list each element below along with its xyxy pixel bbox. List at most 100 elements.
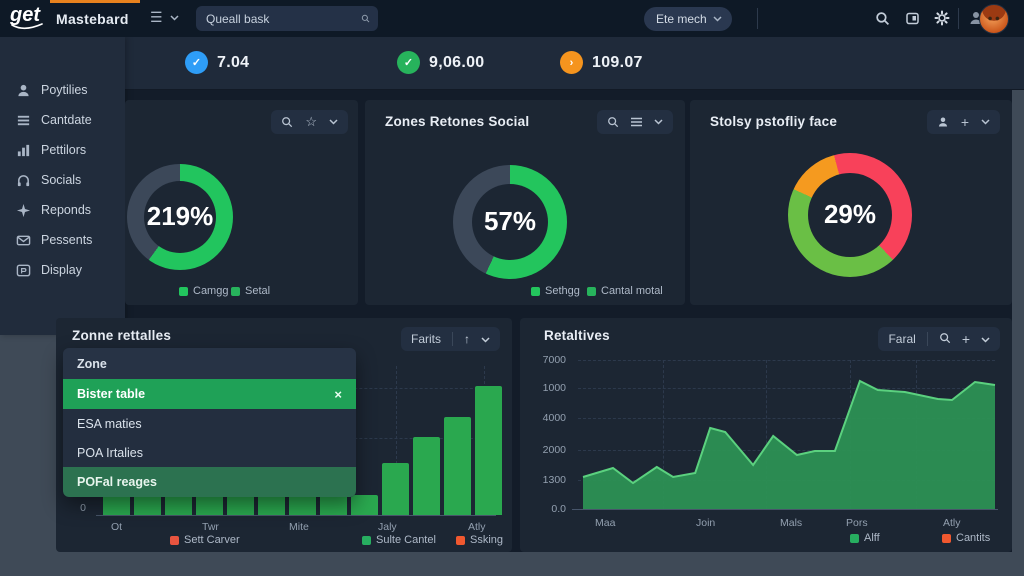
bar bbox=[444, 417, 471, 515]
kpi-strip: ✓ 7.04 ✓ 9,06.00 › 109.07 bbox=[125, 37, 1024, 90]
dropdown-item-poa-irtalies[interactable]: POA Irtalies bbox=[63, 438, 356, 467]
search-input[interactable] bbox=[206, 12, 361, 26]
bar bbox=[475, 386, 502, 515]
y-tick: 0.0 bbox=[528, 503, 566, 515]
search-icon[interactable] bbox=[607, 116, 619, 128]
bar bbox=[103, 495, 130, 515]
topbar-divider bbox=[757, 8, 758, 29]
area-chart bbox=[578, 338, 998, 513]
card-toolbar: ☆ bbox=[271, 110, 348, 134]
chevron-down-icon[interactable] bbox=[981, 119, 990, 125]
bar bbox=[196, 495, 223, 515]
user-icon[interactable] bbox=[937, 116, 949, 128]
sparkle-icon bbox=[16, 203, 31, 218]
sidebar-item-label: Socials bbox=[41, 173, 81, 187]
sidebar-item-reponds[interactable]: Reponds bbox=[0, 195, 125, 225]
list-icon[interactable] bbox=[631, 117, 642, 127]
donut-chart: 57% bbox=[453, 165, 567, 279]
card-title: Stolsy pstofliy face bbox=[710, 114, 837, 129]
page-title: Mastebard bbox=[56, 11, 129, 27]
sidebar-item-display[interactable]: Display bbox=[0, 255, 125, 285]
avatar[interactable] bbox=[979, 4, 1009, 34]
star-icon[interactable]: ☆ bbox=[305, 114, 317, 130]
kpi-value: 7.04 bbox=[217, 54, 249, 72]
sidebar-item-label: Cantdate bbox=[41, 113, 92, 127]
bar-chart-card: Zonne rettalles Farits ↑ 0 Ot Twr Mite J… bbox=[56, 318, 512, 552]
arrow-up-icon[interactable]: ↑ bbox=[464, 332, 470, 346]
donut-center-value: 29% bbox=[788, 199, 912, 230]
donut-card-1: ☆ 219% Camgg Setal bbox=[125, 100, 358, 305]
legend-item: Alff bbox=[850, 532, 880, 544]
donut-card-2: Zones Retones Social 57% Sethgg Cantal m… bbox=[365, 100, 685, 305]
check-badge-icon: ✓ bbox=[397, 51, 420, 74]
toolbar-filter-label[interactable]: Farits bbox=[411, 332, 441, 346]
arrow-badge-icon: › bbox=[560, 51, 583, 74]
x-axis bbox=[96, 515, 496, 516]
profile-menu-button[interactable]: Ete mech bbox=[644, 7, 732, 31]
profile-menu-label: Ete mech bbox=[656, 12, 707, 26]
dropdown-item-bister-table[interactable]: Bister table × bbox=[63, 379, 356, 409]
check-badge-icon: ✓ bbox=[185, 51, 208, 74]
search-icon[interactable] bbox=[872, 8, 892, 28]
x-tick: Jaly bbox=[378, 521, 397, 533]
sidebar-item-label: Pessents bbox=[41, 233, 92, 247]
user-icon bbox=[16, 83, 31, 98]
dropdown-item-pofal-reages[interactable]: POFal reages bbox=[63, 467, 356, 497]
sidebar-item-cantdate[interactable]: Cantdate bbox=[0, 105, 125, 135]
zone-dropdown: Zone Bister table × ESA maties POA Irtal… bbox=[63, 348, 356, 497]
search-icon[interactable] bbox=[281, 116, 293, 128]
card-toolbar bbox=[597, 110, 673, 134]
chevron-down-icon[interactable] bbox=[170, 15, 179, 21]
legend-item: Sulte Cantel bbox=[362, 534, 436, 546]
kpi-item: › 109.07 bbox=[560, 51, 643, 74]
list-icon bbox=[16, 113, 31, 128]
chevron-down-icon[interactable] bbox=[654, 119, 663, 125]
sidebar-item-label: Poytilies bbox=[41, 83, 88, 97]
kpi-value: 9,06.00 bbox=[429, 54, 484, 72]
x-tick: Join bbox=[696, 517, 715, 529]
sidebar-item-socials[interactable]: Socials bbox=[0, 165, 125, 195]
plus-icon[interactable]: + bbox=[961, 114, 969, 130]
bar bbox=[413, 437, 440, 515]
legend-item: Cantits bbox=[942, 532, 990, 544]
kpi-value: 109.07 bbox=[592, 54, 643, 72]
x-tick: Mite bbox=[289, 521, 309, 533]
donut-center-value: 57% bbox=[453, 206, 567, 237]
legend-item: Camgg bbox=[179, 285, 228, 297]
top-bar: get Mastebard ☰ Ete mech bbox=[0, 0, 1024, 37]
donut-chart: 219% bbox=[127, 164, 233, 270]
card-title: Zonne rettalles bbox=[72, 328, 171, 343]
hamburger-icon[interactable]: ☰ bbox=[150, 9, 163, 26]
y-tick: 1300 bbox=[528, 474, 566, 486]
gear-icon[interactable] bbox=[932, 8, 952, 28]
y-tick: 4000 bbox=[528, 412, 566, 424]
x-tick: Ot bbox=[111, 521, 122, 533]
bar bbox=[382, 463, 409, 515]
sidebar-item-pettilors[interactable]: Pettilors bbox=[0, 135, 125, 165]
search-icon bbox=[361, 12, 370, 25]
search-box[interactable] bbox=[196, 6, 378, 31]
x-tick: Atly bbox=[468, 521, 486, 533]
y-tick: 2000 bbox=[528, 444, 566, 456]
bar bbox=[134, 495, 161, 515]
bar bbox=[258, 495, 285, 515]
bar bbox=[320, 495, 347, 515]
chevron-down-icon[interactable] bbox=[481, 332, 490, 346]
kpi-item: ✓ 9,06.00 bbox=[397, 51, 484, 74]
bar bbox=[165, 495, 192, 515]
sidebar-item-pessents[interactable]: Pessents bbox=[0, 225, 125, 255]
sidebar-item-label: Reponds bbox=[41, 203, 91, 217]
legend-item: Sethgg bbox=[531, 285, 580, 297]
legend-item: Setal bbox=[231, 285, 270, 297]
y-tick: 1000 bbox=[528, 382, 566, 394]
dropdown-item-esa-maties[interactable]: ESA maties bbox=[63, 409, 356, 438]
chevron-down-icon[interactable] bbox=[329, 119, 338, 125]
top-accent-bar bbox=[50, 0, 140, 3]
bar bbox=[351, 495, 378, 515]
card-icon[interactable] bbox=[902, 8, 922, 28]
legend-item: Cantal motal bbox=[587, 285, 663, 297]
logo-text: get bbox=[10, 4, 40, 26]
card-toolbar: + bbox=[927, 110, 1000, 134]
close-icon[interactable]: × bbox=[334, 387, 342, 402]
sidebar-item-poytilies[interactable]: Poytilies bbox=[0, 75, 125, 105]
